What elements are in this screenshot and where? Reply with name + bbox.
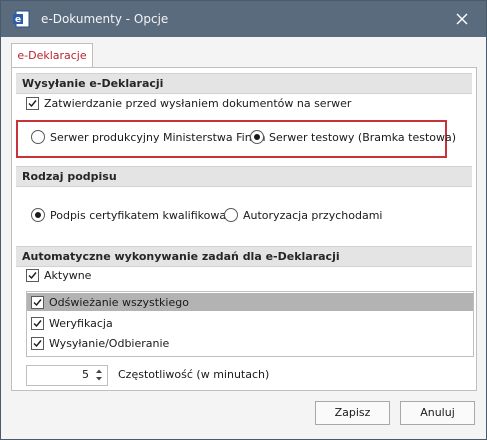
radio-unselected-icon [224,208,238,222]
checkbox-checked-icon [26,96,39,110]
list-item[interactable]: Wysyłanie/Odbieranie [27,334,473,352]
checkbox-checked-icon[interactable] [31,316,44,330]
section-header-automation: Automatyczne wykonywanie zadań dla e-Dek… [16,246,472,267]
save-button[interactable]: Zapisz [315,401,390,425]
radio-selected-icon [31,208,45,222]
document-e-icon: e [13,10,31,28]
radio-label: Serwer testowy (Bramka testowa) [269,130,457,144]
list-item[interactable]: Odświeżanie wszystkiego [27,293,473,311]
checkbox-label: Zatwierdzanie przed wysłaniem dokumentów… [44,96,352,110]
checkbox-label: Aktywne [44,268,92,282]
list-item[interactable]: Weryfikacja [27,314,473,332]
radio-production-server[interactable]: Serwer produkcyjny Ministerstwa Finan [31,129,265,145]
radio-income-authorization[interactable]: Autoryzacja przychodami [224,207,382,223]
svg-text:e: e [15,15,21,25]
frequency-label: Częstotliwość (w minutach) [118,368,270,381]
options-dialog: e e-Dokumenty - Opcje e-Deklaracje Wysył… [0,0,487,440]
radio-label: Serwer produkcyjny Ministerstwa Finan [50,130,266,144]
section-header-sending: Wysyłanie e-Deklaracji [16,73,472,94]
section-title: Automatyczne wykonywanie zadań dla e-Dek… [22,250,340,263]
radio-label: Autoryzacja przychodami [243,208,383,222]
cancel-button[interactable]: Anuluj [400,401,475,425]
task-list: Odświeżanie wszystkiego Weryfikacja Wysy… [26,291,474,357]
checkbox-checked-icon[interactable] [31,336,44,350]
close-button[interactable] [447,6,477,32]
list-item-label: Weryfikacja [49,316,113,330]
radio-selected-icon [250,130,264,144]
list-item-label: Odświeżanie wszystkiego [49,295,189,309]
close-icon [456,13,468,25]
section-title: Rodzaj podpisu [22,170,117,183]
frequency-value: 5 [82,368,89,381]
radio-qualified-certificate[interactable]: Podpis certyfikatem kwalifikowan [31,207,233,223]
section-title: Wysyłanie e-Deklaracji [22,77,164,90]
active-checkbox[interactable]: Aktywne [26,267,91,283]
section-header-signature: Rodzaj podpisu [16,166,472,187]
radio-unselected-icon [31,130,45,144]
title-bar: e e-Dokumenty - Opcje [1,1,486,37]
tab-panel: Wysyłanie e-Deklaracji Zatwierdzanie prz… [11,67,477,391]
checkbox-checked-icon [26,268,39,282]
tab-e-deklaracje[interactable]: e-Deklaracje [11,43,93,68]
window-title: e-Dokumenty - Opcje [41,12,169,26]
spinner-arrows-icon[interactable] [94,367,104,383]
radio-label: Podpis certyfikatem kwalifikowan [50,208,234,222]
confirm-before-send-checkbox[interactable]: Zatwierdzanie przed wysłaniem dokumentów… [26,95,351,111]
radio-test-server[interactable]: Serwer testowy (Bramka testowa) [250,129,456,145]
checkbox-checked-icon[interactable] [31,295,44,309]
frequency-spinner[interactable]: 5 [26,365,108,386]
list-item-label: Wysyłanie/Odbieranie [49,336,170,350]
